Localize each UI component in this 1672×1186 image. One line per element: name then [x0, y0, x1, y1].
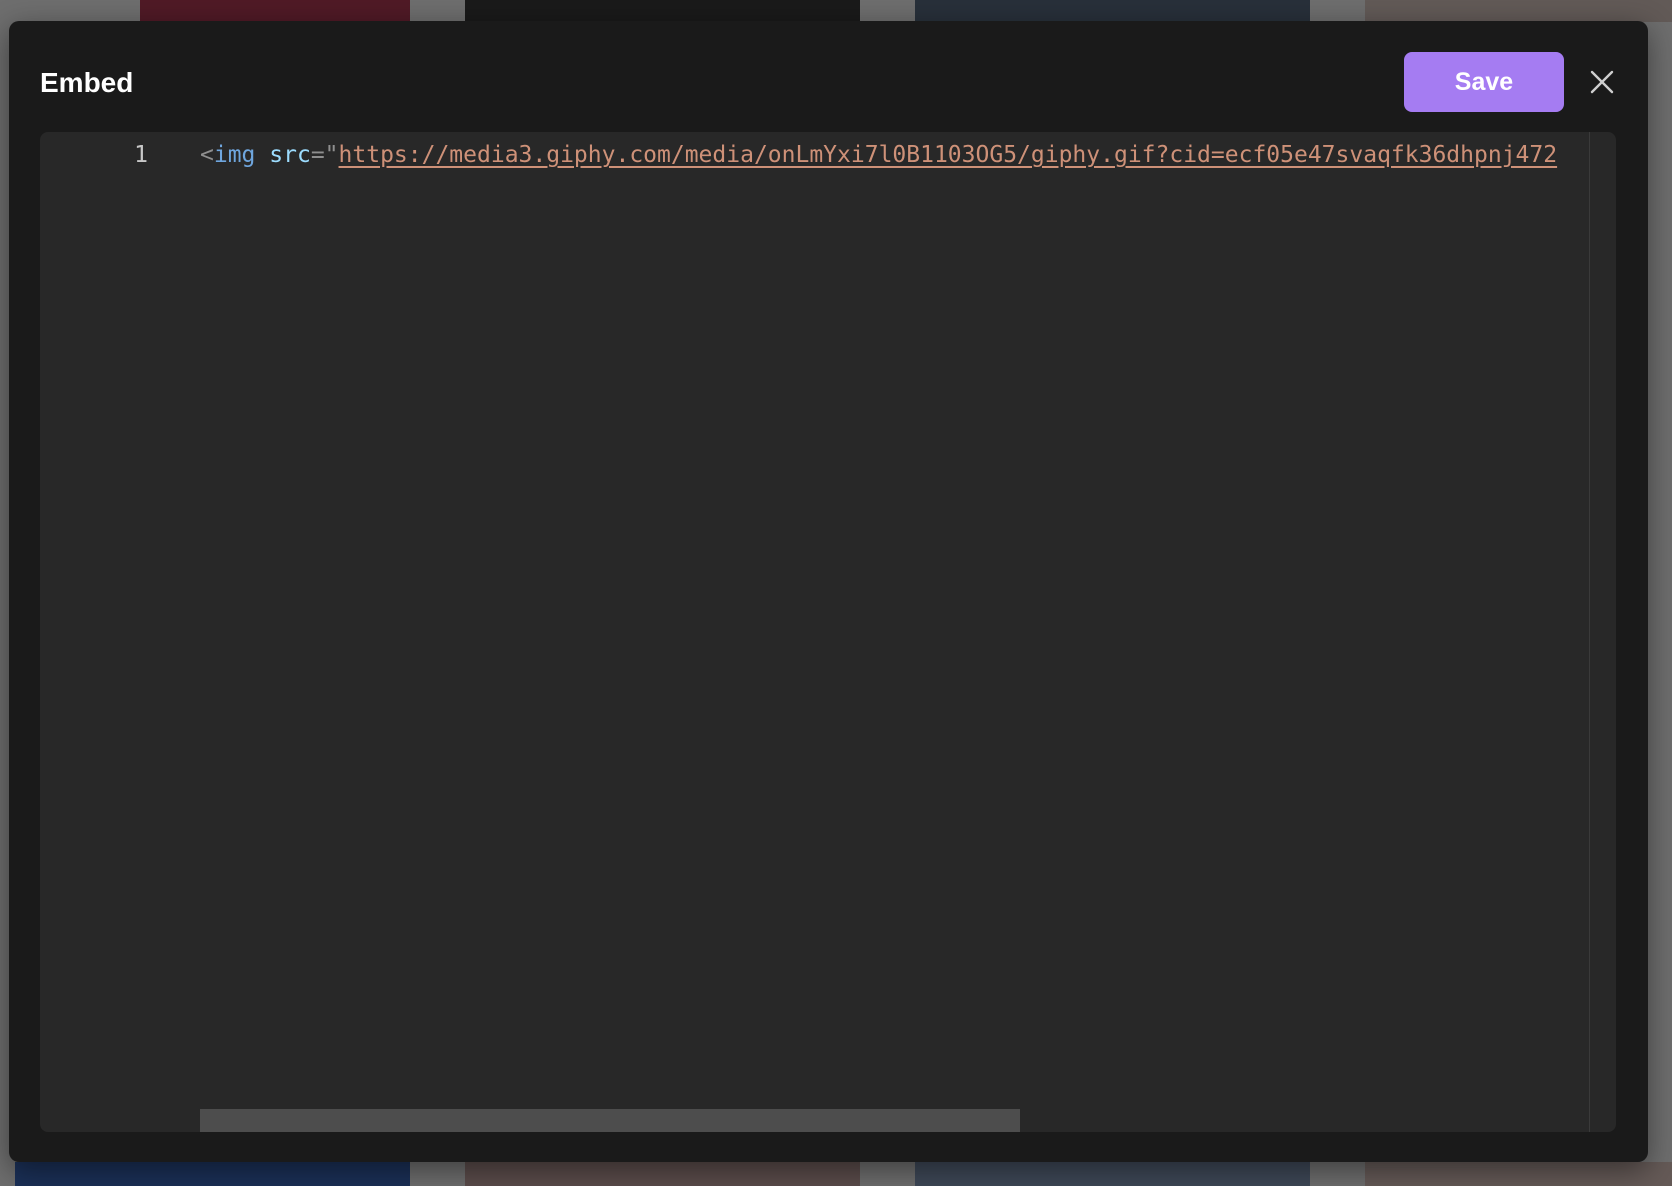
code-token-bracket: <	[200, 142, 214, 168]
close-icon	[1590, 70, 1614, 94]
code-editor[interactable]: 1 <img src="https://media3.giphy.com/med…	[40, 132, 1616, 1132]
code-line[interactable]: <img src="https://media3.giphy.com/media…	[200, 138, 1588, 172]
code-token-equals: =	[310, 142, 325, 168]
code-token-tag: img	[213, 142, 256, 168]
close-button[interactable]	[1583, 63, 1621, 101]
code-token-url-link[interactable]: https://media3.giphy.com/media/onLmYxi7l…	[339, 142, 1558, 168]
editor-ruler	[1589, 132, 1590, 1132]
save-button[interactable]: Save	[1404, 52, 1564, 112]
dialog-title: Embed	[40, 67, 134, 98]
horizontal-scrollbar[interactable]	[200, 1109, 1020, 1132]
embed-dialog: Embed Save 1 <img src="https://media3.gi…	[9, 21, 1648, 1162]
code-token-quote: "	[324, 142, 339, 168]
line-number: 1	[134, 142, 148, 168]
code-token-attribute: src	[269, 142, 311, 168]
